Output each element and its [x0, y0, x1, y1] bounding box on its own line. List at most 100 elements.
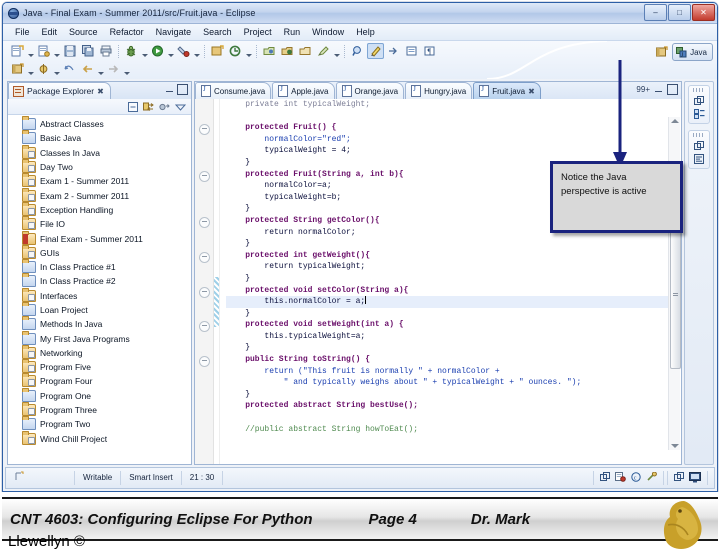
last-edit-button[interactable]: [403, 43, 420, 59]
menu-item-search[interactable]: Search: [197, 25, 238, 40]
menu-item-help[interactable]: Help: [350, 25, 381, 40]
tree-item-0[interactable]: Abstract Classes: [8, 116, 191, 131]
new-task-button[interactable]: [279, 43, 296, 59]
menu-item-window[interactable]: Window: [306, 25, 350, 40]
fold-toggle-22[interactable]: [199, 356, 210, 368]
tree-item-16[interactable]: Networking: [8, 344, 191, 360]
close-icon[interactable]: ✖: [528, 87, 535, 96]
editor-tab-4[interactable]: Fruit.java✖: [473, 82, 541, 99]
minimize-button[interactable]: –: [644, 4, 667, 21]
tree-item-14[interactable]: Methods In Java: [8, 316, 191, 331]
run-button[interactable]: [149, 43, 166, 59]
minimize-pane-icon[interactable]: [600, 472, 610, 484]
highlight-button[interactable]: [367, 43, 384, 59]
run-external-tools-dropdown[interactable]: [193, 41, 200, 61]
drag-grip[interactable]: [693, 133, 705, 137]
tree-item-6[interactable]: Exception Handling: [8, 201, 191, 217]
drag-grip[interactable]: [693, 88, 705, 92]
fold-toggle-19[interactable]: [199, 321, 210, 333]
fold-toggle-13[interactable]: [199, 251, 210, 263]
tree-item-9[interactable]: GUIs: [8, 244, 191, 260]
scroll-down-arrow[interactable]: [671, 444, 679, 448]
fast-view-bar[interactable]: [684, 81, 714, 465]
open-perspective-dropdown[interactable]: [27, 59, 34, 79]
menu-item-source[interactable]: Source: [63, 25, 104, 40]
tree-item-15[interactable]: My First Java Programs: [8, 330, 191, 345]
fold-toggle-2[interactable]: [199, 124, 210, 136]
run-dropdown[interactable]: [167, 41, 174, 61]
tree-item-13[interactable]: Loan Project: [8, 302, 191, 317]
minimize-pane-icon[interactable]: [674, 472, 684, 484]
scrollbar-thumb[interactable]: [670, 217, 681, 369]
open-type-button[interactable]: [227, 43, 244, 59]
scroll-up-arrow[interactable]: [671, 119, 679, 123]
toggle-breakpoint-dropdown[interactable]: [53, 59, 60, 79]
next-annotation-button[interactable]: [385, 43, 402, 59]
new-java-class-button[interactable]: [35, 43, 52, 59]
tree-item-10[interactable]: In Class Practice #1: [8, 259, 191, 274]
forward-dropdown[interactable]: [123, 59, 130, 79]
menu-item-project[interactable]: Project: [238, 25, 278, 40]
editor-tab-controls[interactable]: 99+: [636, 84, 678, 95]
fold-toggle-10[interactable]: [199, 217, 210, 228]
view-menu-button[interactable]: [175, 101, 186, 112]
back-button[interactable]: [79, 61, 96, 77]
print-button[interactable]: [97, 43, 114, 59]
tree-item-20[interactable]: Program Three: [8, 402, 191, 417]
editor-tab-3[interactable]: Hungry.java: [405, 82, 473, 99]
editor-tab-2[interactable]: Orange.java: [335, 82, 405, 99]
menu-item-run[interactable]: Run: [278, 25, 307, 40]
status-right-group[interactable]: c: [593, 471, 714, 485]
menu-item-navigate[interactable]: Navigate: [150, 25, 198, 40]
tree-item-7[interactable]: File IO: [8, 216, 191, 231]
menu-item-edit[interactable]: Edit: [36, 25, 64, 40]
maximize-button[interactable]: □: [668, 4, 691, 21]
package-explorer-tab[interactable]: Package Explorer ✖: [8, 82, 111, 99]
minimize-icon[interactable]: [654, 85, 663, 94]
fold-toggle-6[interactable]: [199, 170, 210, 182]
open-perspective-button[interactable]: [9, 61, 26, 77]
tree-item-8[interactable]: Final Exam - Summer 2011: [8, 230, 191, 245]
tree-item-3[interactable]: Day Two: [8, 159, 191, 174]
tree-item-5[interactable]: Exam 2 - Summer 2011: [8, 187, 191, 202]
task-dropdown[interactable]: [333, 41, 340, 61]
link-with-editor-button[interactable]: [143, 101, 154, 112]
debug-button[interactable]: [123, 43, 140, 59]
search-button[interactable]: [349, 43, 366, 59]
filter-task-button[interactable]: [315, 43, 332, 59]
java-perspective-button[interactable]: J Java: [672, 43, 713, 61]
save-button[interactable]: [61, 43, 78, 59]
project-tree[interactable]: Abstract Classes Basic Java Classes In Jav…: [8, 115, 191, 464]
forward-button[interactable]: [105, 61, 122, 77]
open-task-button[interactable]: [261, 43, 278, 59]
restore-view-icon[interactable]: [689, 94, 709, 107]
menu-item-file[interactable]: File: [9, 25, 36, 40]
workbench-icon[interactable]: [689, 471, 701, 485]
editor-gutter[interactable]: [195, 99, 214, 464]
minimize-icon[interactable]: [165, 85, 174, 94]
close-button[interactable]: ✕: [692, 4, 715, 21]
build-status-icon[interactable]: [615, 472, 626, 484]
editor-tab-1[interactable]: Apple.java: [272, 82, 335, 99]
debug-dropdown[interactable]: [141, 41, 148, 61]
progress-icon[interactable]: [646, 471, 657, 484]
copyright-icon[interactable]: c: [631, 472, 641, 484]
maximize-icon[interactable]: [177, 84, 188, 95]
deactivate-task-button[interactable]: [297, 43, 314, 59]
editor-tab-0[interactable]: Consume.java: [195, 82, 272, 99]
open-type-dropdown[interactable]: [245, 41, 252, 61]
window-controls[interactable]: – □ ✕: [644, 4, 715, 21]
menu-item-refactor[interactable]: Refactor: [104, 25, 150, 40]
new-wizard-dropdown[interactable]: [27, 41, 34, 61]
maximize-icon[interactable]: [667, 84, 678, 95]
tree-item-22[interactable]: Wind Chill Project: [8, 430, 191, 446]
tree-item-2[interactable]: Classes In Java: [8, 144, 191, 160]
save-all-button[interactable]: [79, 43, 96, 59]
status-icon-group-2[interactable]: [667, 471, 708, 485]
task-list-view-icon[interactable]: [689, 152, 709, 165]
run-external-tools-button[interactable]: [175, 43, 192, 59]
fold-toggle-16[interactable]: [199, 286, 210, 298]
menu-bar[interactable]: File Edit Source Refactor Navigate Searc…: [3, 24, 717, 41]
open-perspective-icon[interactable]: [653, 44, 670, 60]
package-explorer-window-buttons[interactable]: [165, 84, 188, 95]
